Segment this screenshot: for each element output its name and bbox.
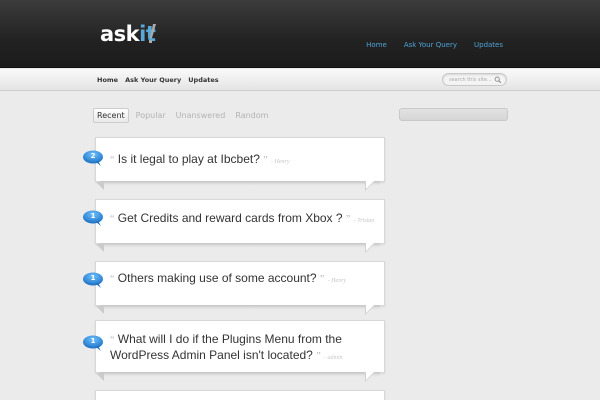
answer-count-badge: 2 (82, 150, 104, 167)
question-author[interactable]: - Tristan (354, 218, 375, 224)
question-card: “ Get Credits and reward cards from Xbox… (95, 199, 385, 253)
sub-nav-ask-your-query[interactable]: Ask Your Query (125, 76, 181, 84)
sub-nav: Home Ask Your Query Updates (97, 76, 219, 84)
question-title: “ Is it legal to play at Ibcbet? ” - Hen… (110, 152, 290, 170)
top-nav-home[interactable]: Home (366, 41, 387, 49)
top-nav-updates[interactable]: Updates (474, 41, 503, 49)
close-quote-icon: ” (319, 274, 325, 285)
answer-count: 1 (90, 212, 96, 220)
question-author[interactable]: - Henry (328, 278, 347, 284)
tab-popular[interactable]: Popular (133, 108, 169, 123)
tab-unanswered[interactable]: Unanswered (173, 108, 229, 123)
close-quote-icon: ” (263, 155, 268, 166)
question-link[interactable]: Get Credits and reward cards from Xbox ? (118, 211, 343, 225)
answer-count: 1 (90, 337, 96, 345)
answer-count: 1 (90, 274, 96, 282)
question-link[interactable]: Is it legal to play at Ibcbet? (118, 152, 260, 166)
question-card: “ Is it legal to play at Ibcbet? ” - Hen… (95, 137, 385, 191)
open-quote-icon: “ (110, 155, 115, 166)
search-input[interactable] (449, 75, 493, 85)
sidebar-widget (399, 108, 508, 121)
question-author[interactable]: - admin (324, 355, 343, 361)
question-link[interactable]: Others making use of some account? (118, 271, 317, 285)
top-nav: Home Ask Your Query Updates (366, 41, 503, 49)
logo-slash-icon (149, 24, 156, 43)
question-card-partial (95, 390, 385, 400)
question-card: “ Others making use of some account? ” -… (95, 261, 385, 315)
open-quote-icon: “ (110, 214, 115, 225)
sub-nav-bar: Home Ask Your Query Updates (0, 69, 600, 91)
answer-count-badge: 1 (82, 210, 104, 227)
close-quote-icon: ” (345, 214, 351, 225)
question-link[interactable]: What will I do if the Plugins Menu from … (118, 332, 342, 346)
question-title: “ Get Credits and reward cards from Xbox… (110, 211, 374, 229)
question-card: “ What will I do if the Plugins Menu fro… (95, 320, 385, 382)
tab-random[interactable]: Random (232, 108, 271, 123)
site-header: askit Home Ask Your Query Updates (0, 0, 600, 68)
open-quote-icon: “ (110, 274, 115, 285)
question-link-continued[interactable]: WordPress Admin Panel isn't located? (110, 348, 313, 362)
answer-count-badge: 1 (82, 335, 104, 352)
answer-count-badge: 1 (82, 272, 104, 289)
sub-nav-home[interactable]: Home (97, 76, 118, 84)
answer-count: 2 (90, 152, 96, 160)
tab-recent[interactable]: Recent (93, 108, 129, 123)
search-icon[interactable] (494, 76, 502, 84)
sub-nav-updates[interactable]: Updates (188, 76, 218, 84)
question-author[interactable]: - Henry (271, 159, 290, 165)
logo-text-main: ask (100, 22, 140, 46)
top-nav-ask-your-query[interactable]: Ask Your Query (404, 41, 457, 49)
question-title: “ What will I do if the Plugins Menu fro… (110, 332, 342, 366)
question-title: “ Others making use of some account? ” -… (110, 271, 346, 289)
question-tabs: Recent Popular Unanswered Random (93, 108, 271, 123)
close-quote-icon: ” (316, 351, 321, 362)
search-box (442, 73, 507, 86)
open-quote-icon: “ (110, 335, 115, 346)
